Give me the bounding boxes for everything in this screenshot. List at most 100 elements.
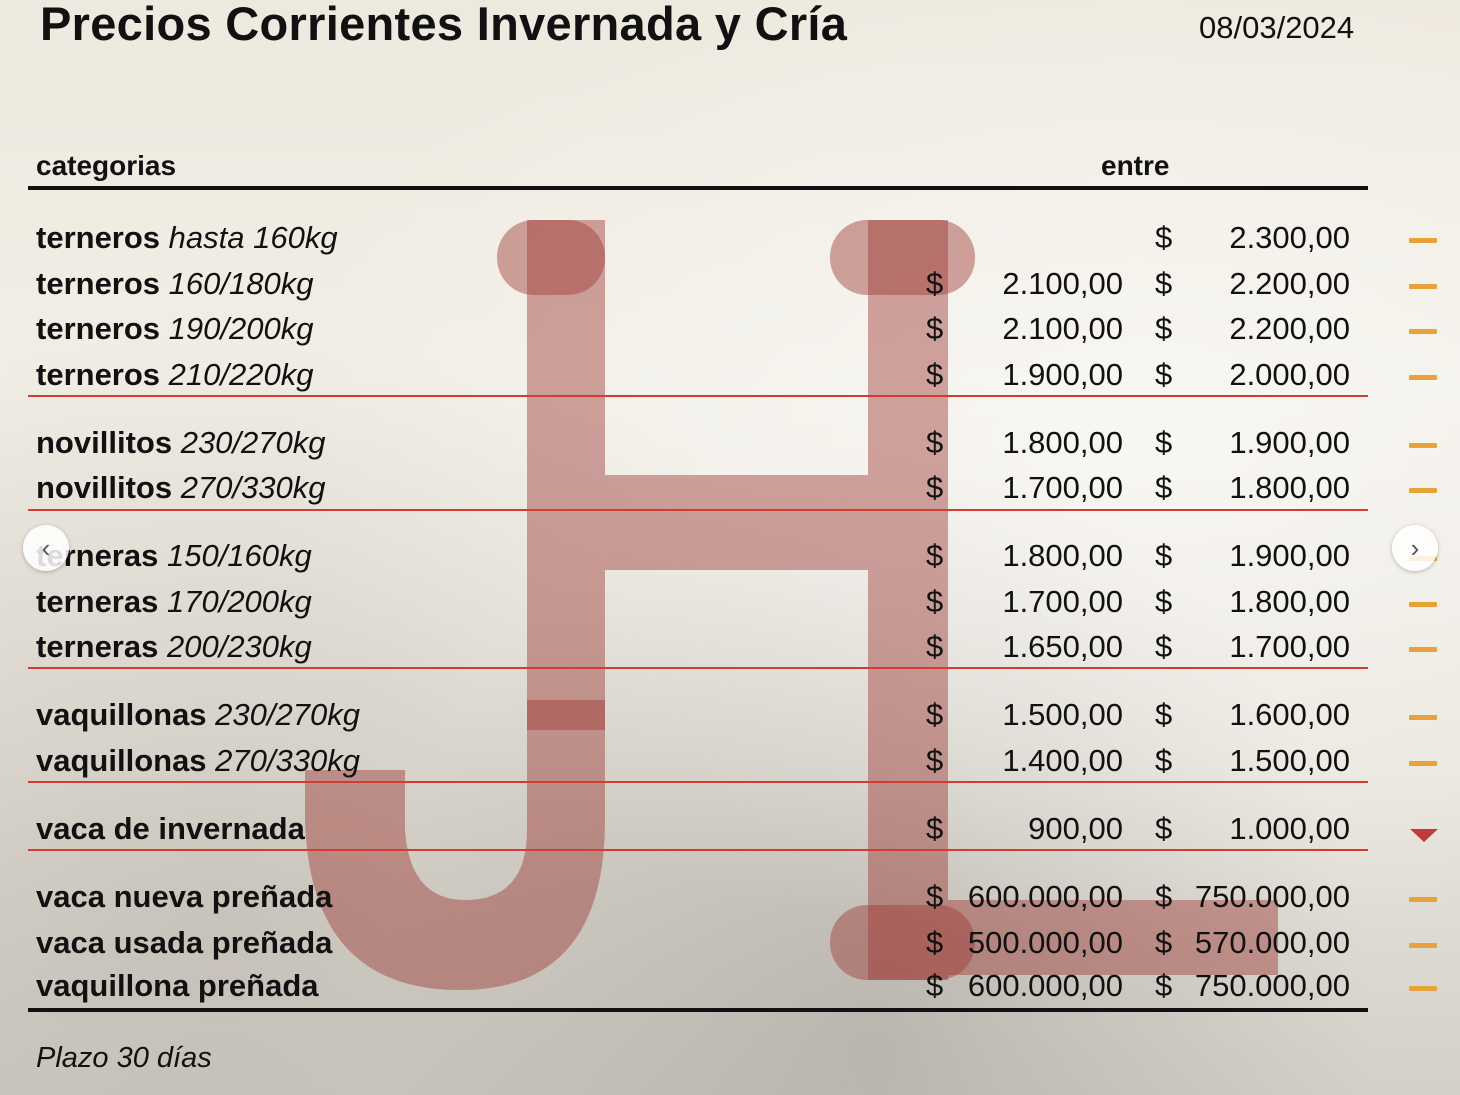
currency-symbol: $: [926, 584, 944, 619]
price-min: 1.650,00: [1002, 629, 1123, 664]
category-name: terneras: [36, 584, 159, 619]
currency-symbol: $: [1155, 538, 1173, 573]
category-name: vaquillonas: [36, 697, 207, 732]
trend-stable-icon: [1409, 238, 1437, 243]
header-rule: [28, 186, 1368, 190]
price-min: 1.400,00: [1002, 743, 1123, 778]
category-label: vaquillonas 230/270kg: [36, 697, 360, 733]
currency-symbol: $: [1155, 425, 1173, 460]
price-max: 1.700,00: [1229, 629, 1350, 664]
carousel-next-button[interactable]: ›: [1392, 525, 1438, 571]
category-weight: hasta 160kg: [168, 220, 338, 255]
table-row: terneros 190/200kg $2.100,00 $2.200,00: [0, 311, 1460, 355]
category-label: terneros hasta 160kg: [36, 220, 338, 256]
table-row: vaquillona preñada $600.000,00 $750.000,00: [0, 968, 1460, 1012]
price-min: 1.700,00: [1002, 470, 1123, 505]
currency-symbol: $: [1155, 925, 1173, 960]
price-min: 1.800,00: [1002, 425, 1123, 460]
category-name: terneras: [36, 629, 159, 664]
category-name: novillitos: [36, 470, 173, 505]
price-max: 750.000,00: [1194, 968, 1350, 1003]
table-row: novillitos 270/330kg $1.700,00 $1.800,00: [0, 470, 1460, 514]
trend-stable-icon: [1409, 375, 1437, 380]
category-label: vaca nueva preñada: [36, 879, 332, 915]
category-weight: 230/270kg: [215, 697, 360, 732]
group-separator: [28, 395, 1368, 397]
table-row: vaca nueva preñada $600.000,00 $750.000,00: [0, 879, 1460, 923]
category-label: terneros 160/180kg: [36, 266, 313, 302]
currency-symbol: $: [1155, 629, 1173, 664]
currency-symbol: $: [1155, 357, 1173, 392]
price-min: 600.000,00: [967, 968, 1123, 1003]
price-max: 1.000,00: [1229, 811, 1350, 846]
trend-stable-icon: [1409, 602, 1437, 607]
currency-symbol: $: [1155, 968, 1173, 1003]
category-weight: 150/160kg: [166, 538, 312, 573]
currency-symbol: $: [1155, 311, 1173, 346]
column-header-range: entre: [1101, 150, 1170, 181]
price-min: 1.900,00: [1002, 357, 1123, 392]
table-row: terneras 170/200kg $1.700,00 $1.800,00: [0, 584, 1460, 628]
report-date: 08/03/2024: [1199, 10, 1355, 45]
currency-symbol: $: [926, 629, 944, 664]
category-name: novillitos: [36, 425, 173, 460]
currency-symbol: $: [926, 357, 944, 392]
price-max: 1.900,00: [1229, 538, 1350, 573]
chevron-left-icon: ‹: [41, 532, 51, 563]
currency-symbol: $: [1155, 266, 1173, 301]
table-row: vaquillonas 230/270kg $1.500,00 $1.600,00: [0, 697, 1460, 741]
group-separator: [28, 667, 1368, 669]
currency-symbol: $: [926, 470, 944, 505]
currency-symbol: $: [1155, 220, 1173, 255]
currency-symbol: $: [926, 266, 944, 301]
category-label: terneros 210/220kg: [36, 357, 313, 393]
currency-symbol: $: [1155, 470, 1173, 505]
currency-symbol: $: [926, 743, 944, 778]
category-weight: 270/330kg: [180, 470, 326, 505]
price-max: 1.800,00: [1229, 584, 1350, 619]
category-label: vaquillonas 270/330kg: [36, 743, 360, 779]
price-min: 2.100,00: [1002, 266, 1123, 301]
category-label: vaca de invernada: [36, 811, 305, 847]
trend-stable-icon: [1409, 647, 1437, 652]
category-label: terneras 170/200kg: [36, 584, 312, 620]
price-max: 1.600,00: [1229, 697, 1350, 732]
category-weight: 190/200kg: [168, 311, 314, 346]
trend-stable-icon: [1409, 284, 1437, 289]
category-name: vaca nueva preñada: [36, 879, 333, 914]
category-label: novillitos 270/330kg: [36, 470, 326, 506]
category-name: vaca usada preñada: [36, 925, 333, 960]
carousel-prev-button[interactable]: ‹: [23, 525, 69, 571]
price-min: 900,00: [1028, 811, 1123, 846]
table-bottom-rule: [28, 1008, 1368, 1012]
category-label: terneras 150/160kg: [36, 538, 312, 574]
trend-stable-icon: [1409, 986, 1437, 991]
price-min: 500.000,00: [967, 925, 1123, 960]
price-max: 1.500,00: [1229, 743, 1350, 778]
category-weight: 270/330kg: [215, 743, 360, 778]
category-weight: 210/220kg: [168, 357, 314, 392]
category-label: terneros 190/200kg: [36, 311, 313, 347]
price-max: 1.900,00: [1229, 425, 1350, 460]
currency-symbol: $: [926, 968, 944, 1003]
table-row: vaca usada preñada $500.000,00 $570.000,00: [0, 925, 1460, 969]
price-max: 750.000,00: [1194, 879, 1350, 914]
category-label: novillitos 230/270kg: [36, 425, 326, 461]
table-row: novillitos 230/270kg $1.800,00 $1.900,00: [0, 425, 1460, 469]
category-name: vaquillonas: [36, 743, 207, 778]
price-min: 1.500,00: [1002, 697, 1123, 732]
price-max: 2.300,00: [1229, 220, 1350, 255]
currency-symbol: $: [1155, 697, 1173, 732]
table-row: terneras 150/160kg $1.800,00 $1.900,00: [0, 538, 1460, 582]
trend-stable-icon: [1409, 761, 1437, 766]
currency-symbol: $: [926, 425, 944, 460]
category-name: vaquillona preñada: [36, 968, 319, 1003]
trend-down-icon: [1410, 829, 1438, 842]
currency-symbol: $: [926, 811, 944, 846]
trend-stable-icon: [1409, 897, 1437, 902]
price-max: 2.000,00: [1229, 357, 1350, 392]
currency-symbol: $: [1155, 584, 1173, 619]
price-min: 1.700,00: [1002, 584, 1123, 619]
currency-symbol: $: [926, 697, 944, 732]
category-label: terneras 200/230kg: [36, 629, 312, 665]
